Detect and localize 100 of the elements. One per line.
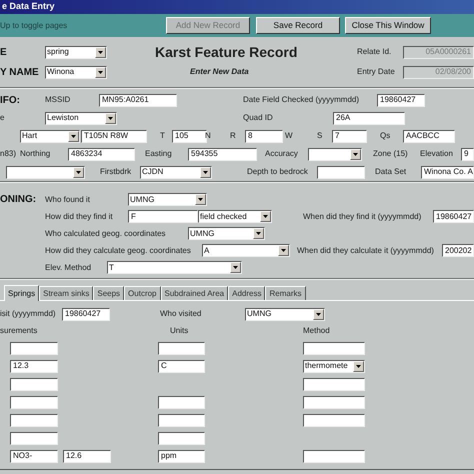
- tab[interactable]: Remarks: [265, 286, 306, 300]
- caret-icon: [108, 116, 113, 120]
- section-label: Y NAME: [0, 66, 40, 80]
- field-label: Zone (15): [373, 148, 409, 160]
- dropdown-field[interactable]: Winona: [45, 66, 107, 78]
- field-label: When did they calculate it (yyyymmdd): [297, 244, 435, 256]
- tab[interactable]: Seeps: [93, 286, 124, 300]
- field-label: Elevation: [420, 148, 454, 160]
- toolbar-hint: Up to toggle pages: [0, 20, 68, 32]
- field-label: T: [160, 130, 166, 142]
- caret-icon: [353, 152, 358, 156]
- dropdown-field[interactable]: A: [202, 244, 290, 257]
- caret-icon: [281, 249, 286, 252]
- text-field[interactable]: Winona Co. A: [421, 166, 474, 178]
- text-field[interactable]: NO3-: [10, 450, 58, 462]
- tab[interactable]: Subdrained Area: [160, 286, 228, 300]
- field-label: Date Field Checked (yyyymmdd): [243, 94, 360, 106]
- text-field[interactable]: [10, 414, 58, 426]
- field-label: e: [0, 112, 6, 124]
- caret-icon: [316, 312, 321, 316]
- text-field[interactable]: F: [128, 210, 198, 223]
- text-field[interactable]: 7: [332, 130, 367, 142]
- tab[interactable]: Stream sinks: [39, 286, 94, 300]
- dropdown-field[interactable]: [6, 166, 85, 178]
- caret-icon: [356, 364, 361, 368]
- text-field[interactable]: [317, 166, 365, 178]
- text-field[interactable]: [303, 378, 365, 390]
- dropdown-field[interactable]: Lewiston: [45, 112, 117, 124]
- field-label: R: [230, 130, 237, 142]
- form-subtitle: Enter New Data: [190, 66, 250, 78]
- caret-icon: [71, 134, 76, 138]
- text-field[interactable]: [303, 396, 365, 408]
- field-label: S: [317, 130, 324, 142]
- text-field[interactable]: 594355: [188, 148, 257, 160]
- text-field[interactable]: ppm: [158, 450, 205, 462]
- text-field[interactable]: 26A: [333, 112, 405, 124]
- field-label: Relate Id.: [357, 46, 392, 58]
- field-label: Firstbdrk: [100, 166, 132, 178]
- text-field[interactable]: 200202: [442, 244, 474, 257]
- dropdown-field[interactable]: Hart: [20, 130, 80, 142]
- field-label: N: [205, 130, 212, 142]
- text-field[interactable]: [158, 432, 205, 444]
- text-field[interactable]: 19860427: [433, 210, 474, 223]
- text-field[interactable]: C: [158, 360, 205, 372]
- tab[interactable]: Address: [228, 286, 266, 300]
- dropdown-field[interactable]: UMNG: [188, 227, 265, 240]
- field-label: Qs: [380, 130, 392, 142]
- text-field[interactable]: 19860427: [377, 94, 425, 106]
- text-field[interactable]: 12.3: [10, 360, 58, 372]
- tab[interactable]: Springs: [4, 285, 40, 301]
- text-field[interactable]: 12.6: [63, 450, 111, 462]
- form-title: Karst Feature Record: [155, 42, 298, 62]
- field-label: Entry Date: [357, 66, 396, 78]
- text-field[interactable]: [10, 378, 58, 390]
- section-label: E: [0, 46, 8, 60]
- tab[interactable]: Outcrop: [124, 286, 161, 300]
- field-label: Quad ID: [243, 112, 274, 124]
- field-label: W: [285, 130, 294, 142]
- dropdown-field[interactable]: UMNG: [128, 193, 207, 206]
- dropdown-field[interactable]: T: [107, 261, 242, 274]
- text-field[interactable]: [158, 342, 205, 354]
- field-label: Accuracy: [265, 148, 299, 160]
- text-field[interactable]: [158, 414, 205, 426]
- field-label: Northing: [20, 148, 52, 160]
- text-field[interactable]: 8: [245, 130, 283, 142]
- text-field[interactable]: [10, 432, 58, 444]
- text-field[interactable]: T105N R8W: [81, 130, 147, 142]
- caret-icon: [203, 170, 208, 174]
- text-field[interactable]: 19860427: [62, 308, 110, 320]
- field-label: How did they calculate geog. coordinates: [45, 244, 192, 256]
- text-field[interactable]: [303, 450, 365, 462]
- dropdown-field[interactable]: CJDN: [140, 166, 212, 178]
- text-field[interactable]: 4863234: [68, 148, 135, 160]
- toolbar-button[interactable]: Save Record: [256, 17, 340, 34]
- caret-icon: [233, 266, 238, 269]
- field-label: Elev. Method: [45, 262, 92, 274]
- title-bar: e Data Entry: [0, 0, 474, 14]
- dropdown-field[interactable]: spring: [45, 46, 107, 58]
- caret-icon: [76, 170, 81, 174]
- toolbar-button[interactable]: Close This Window: [345, 17, 431, 34]
- section-label: ONING:: [0, 193, 38, 207]
- text-field[interactable]: [10, 396, 58, 408]
- text-field[interactable]: [10, 342, 58, 354]
- text-field[interactable]: MN95:A0261: [99, 94, 177, 106]
- field-label: MSSID: [45, 94, 72, 106]
- caret-icon: [98, 50, 103, 54]
- text-field[interactable]: 9: [461, 148, 474, 160]
- field-label: n83): [0, 148, 18, 160]
- field-label: isit (yyyymmdd): [0, 308, 57, 320]
- field-label: Who calculated geog. coordinates: [45, 228, 167, 240]
- text-field[interactable]: AACBCC: [403, 130, 455, 142]
- caret-icon: [198, 198, 203, 201]
- dropdown-field[interactable]: [308, 148, 362, 160]
- text-field[interactable]: 105: [172, 130, 207, 142]
- dropdown-field[interactable]: UMNG: [245, 308, 325, 320]
- text-field[interactable]: [158, 396, 205, 408]
- dropdown-field[interactable]: thermomete: [303, 360, 365, 372]
- dropdown-field[interactable]: field checked: [198, 210, 272, 223]
- text-field[interactable]: [303, 414, 365, 426]
- text-field[interactable]: [303, 342, 365, 354]
